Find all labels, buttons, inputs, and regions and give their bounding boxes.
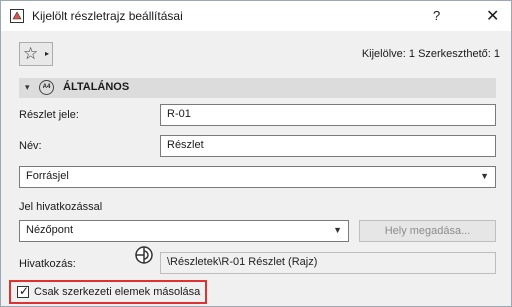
marker-ref-label: Jel hivatkozással [19, 201, 103, 213]
copy-structural-checkbox-highlight: ✓ Csak szerkezeti elemek másolása [9, 280, 207, 304]
star-icon: ☆ [23, 44, 39, 63]
collapse-triangle-icon[interactable]: ▾ [25, 82, 30, 93]
help-button[interactable]: ? [433, 8, 440, 23]
view-point-select[interactable]: Nézőpont ▼ [19, 220, 349, 242]
detail-id-input[interactable]: R-01 [160, 104, 496, 126]
chevron-down-icon: ▼ [480, 171, 489, 181]
reference-link-icon[interactable] [134, 245, 154, 265]
set-location-button[interactable]: Hely megadása... [359, 220, 496, 242]
title-bar: Kijelölt részletrajz beállításai ? ✕ [1, 1, 511, 31]
checkmark-icon: ✓ [19, 284, 30, 298]
view-point-value: Nézőpont [26, 224, 74, 236]
close-button[interactable]: ✕ [486, 6, 499, 26]
source-marker-select[interactable]: Forrásjel ▼ [19, 166, 496, 188]
layout-icon: A4 [39, 80, 54, 95]
reference-path-field: \Részletek\R-01 Részlet (Rajz) [160, 252, 496, 274]
copy-structural-label[interactable]: Csak szerkezeti elemek másolása [34, 286, 200, 298]
selection-info: Kijelölve: 1 Szerkeszthető: 1 [361, 48, 500, 60]
section-title: ÁLTALÁNOS [63, 81, 130, 93]
reference-label: Hivatkozás: [19, 258, 76, 270]
name-input[interactable]: Részlet [160, 135, 496, 157]
dialog-window: Kijelölt részletrajz beállításai ? ✕ ☆ ▸… [0, 0, 512, 307]
favorites-button[interactable]: ☆ ▸ [19, 42, 53, 66]
chevron-down-icon: ▼ [333, 225, 342, 235]
detail-marker-icon [10, 9, 24, 23]
name-label: Név: [19, 140, 42, 152]
copy-structural-checkbox[interactable]: ✓ [17, 284, 30, 298]
detail-id-label: Részlet jele: [19, 109, 79, 121]
source-marker-value: Forrásjel [26, 170, 69, 182]
window-title: Kijelölt részletrajz beállításai [32, 9, 183, 23]
caret-right-icon: ▸ [45, 49, 50, 58]
section-header-general[interactable]: ▾ A4 ÁLTALÁNOS [19, 78, 496, 98]
